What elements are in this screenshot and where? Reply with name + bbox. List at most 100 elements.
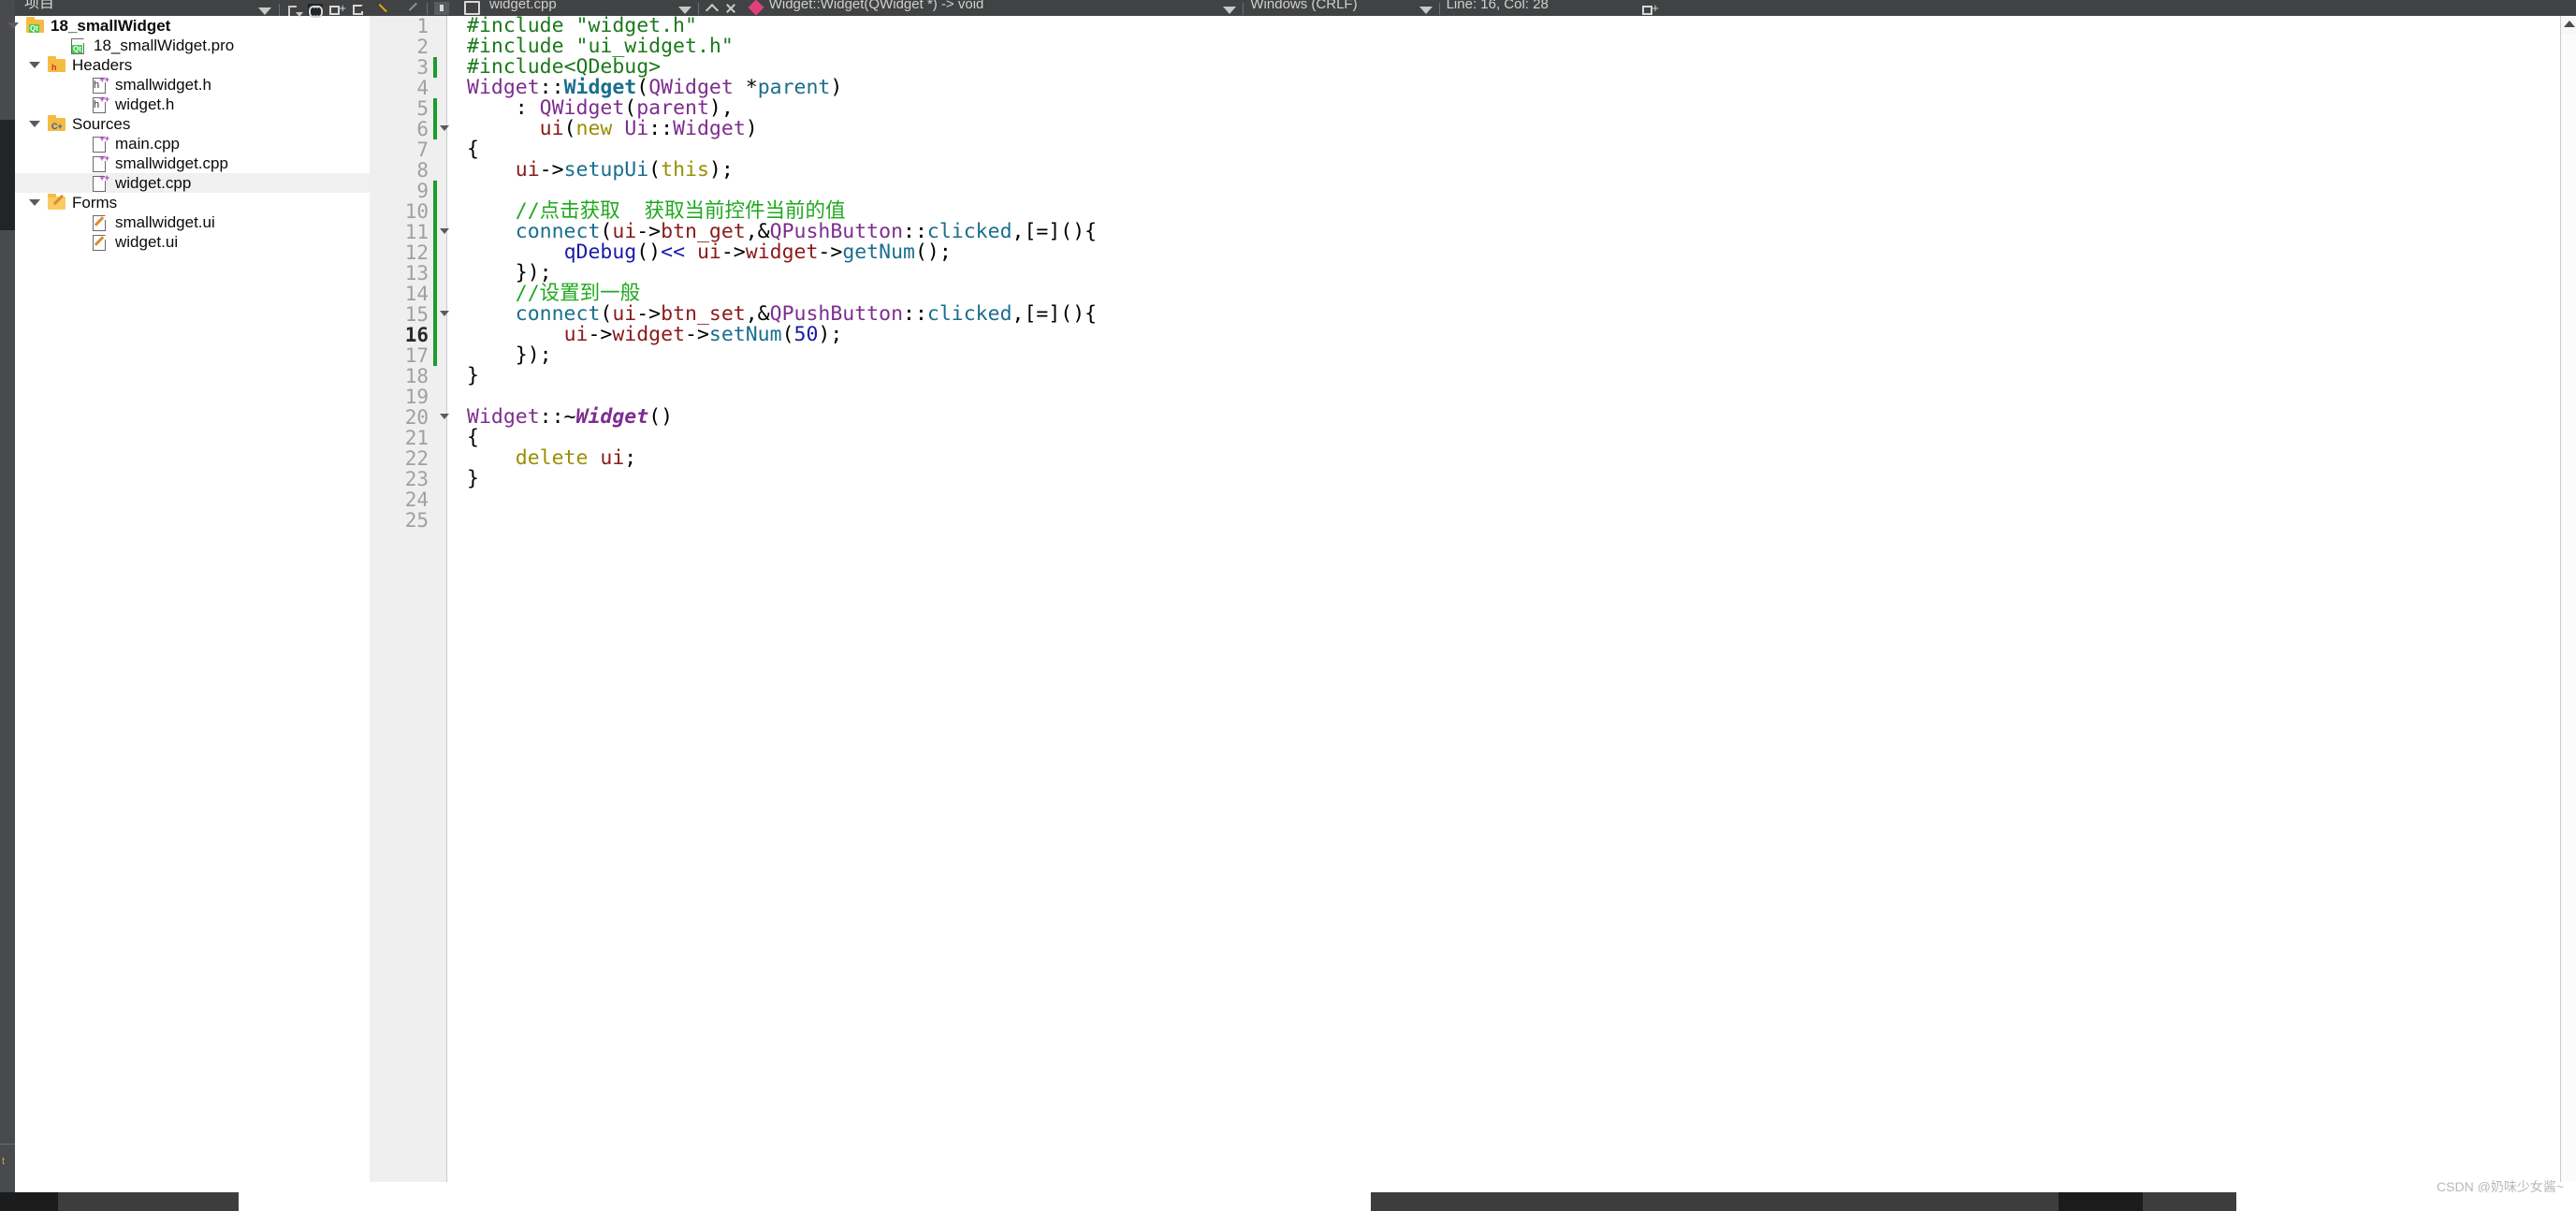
tree-item-smallwidget-h[interactable]: h ++ smallwidget.h — [15, 75, 370, 95]
ui-file-icon — [91, 234, 109, 251]
expand-collapse-arrow-icon[interactable] — [27, 114, 42, 134]
code-line[interactable]: 6 ui(new Ui::Widget) — [370, 119, 2522, 139]
taskbar-dark-block — [2059, 1192, 2143, 1211]
tree-item-widget-h[interactable]: h ++ widget.h — [15, 95, 370, 114]
code-line[interactable]: 23} — [370, 469, 2522, 490]
navigate-back-button[interactable] — [379, 0, 391, 16]
split-pane-button[interactable] — [329, 1, 346, 16]
code-line[interactable]: 2 #include "ui_widget.h" — [370, 36, 2522, 58]
symbol-dropdown[interactable]: Widget::Widget(QWidget *) -> void — [769, 0, 984, 16]
change-marker — [433, 304, 437, 325]
code-line-text: ui->setupUi(this); — [515, 158, 734, 182]
code-line[interactable]: 17 }); — [370, 345, 2522, 366]
code-line[interactable]: 7{ — [370, 139, 2522, 161]
tree-item-18-smallwidget[interactable]: Qt 18_smallWidget — [7, 16, 370, 36]
expand-collapse-arrow-icon[interactable] — [27, 193, 42, 212]
navigate-forward-button[interactable] — [408, 0, 420, 16]
tree-item-smallwidget-cpp[interactable]: ++ smallwidget.cpp — [15, 153, 370, 173]
mode-selected-indicator[interactable] — [0, 120, 15, 230]
line-ending-caret[interactable] — [1419, 0, 1433, 16]
current-symbol-label: Widget::Widget(QWidget *) -> void — [768, 0, 984, 12]
code-text[interactable]: 1 #include "widget.h" 2 #include "ui_widget… — [370, 16, 2522, 1182]
code-line[interactable]: 24 — [370, 489, 2522, 510]
project-tree[interactable]: Qt 18_smallWidget Qt 18_smallWidget.pro h Hea… — [7, 16, 370, 252]
code-line-text: //设置到一般 — [467, 282, 641, 305]
filter-icon — [288, 6, 303, 17]
expand-collapse-arrow-icon[interactable] — [27, 55, 42, 75]
tree-item-forms[interactable]: Forms — [15, 193, 370, 212]
tree-item-sources[interactable]: C+ Sources — [15, 114, 370, 134]
filter-dropdown-button[interactable] — [257, 4, 272, 16]
lock-toggle-button[interactable] — [434, 0, 449, 16]
line-ending-dropdown[interactable]: Windows (CRLF) — [1250, 0, 1357, 16]
cpp-file-icon: ++ — [91, 135, 109, 153]
chevron-down-icon — [1419, 7, 1433, 14]
link-toggle-button[interactable] — [308, 4, 323, 18]
tree-item-widget-cpp[interactable]: ++ widget.cpp — [15, 173, 370, 193]
code-line[interactable]: 15 connect(ui->btn_set,&QPushButton::cli… — [370, 304, 2522, 325]
close-pane-button[interactable] — [351, 4, 366, 16]
document-icon-button[interactable] — [464, 0, 480, 16]
fold-arrow-icon[interactable] — [440, 414, 449, 419]
code-line[interactable]: 16 ui->widget->setNum(50); — [370, 325, 2522, 345]
code-line-text: Widget::~Widget() — [467, 405, 674, 429]
line-number: 12 — [404, 241, 429, 264]
code-line[interactable]: 18} — [370, 366, 2522, 387]
fold-arrow-icon[interactable] — [440, 228, 449, 234]
scroll-up-arrow-icon[interactable] — [2564, 21, 2575, 27]
line-number: 10 — [404, 200, 429, 223]
mode-selector-bar[interactable]: t — [0, 0, 15, 1182]
fold-arrow-icon[interactable] — [440, 125, 449, 131]
tree-item-label: main.cpp — [115, 135, 180, 153]
open-document-name[interactable]: widget.cpp — [489, 0, 557, 16]
fold-arrow-icon[interactable] — [440, 311, 449, 316]
code-line[interactable]: 14 //设置到一般 — [370, 284, 2522, 304]
code-line[interactable]: 21 { — [370, 428, 2522, 449]
sync-with-editor-button[interactable] — [286, 4, 303, 17]
tree-item-18-smallwidget-pro[interactable]: Qt 18_smallWidget.pro — [15, 36, 370, 55]
code-line[interactable]: 9 — [370, 181, 2522, 201]
code-line[interactable]: 25 — [370, 510, 2522, 531]
code-line[interactable]: 4 Widget::Widget(QWidget *parent) — [370, 76, 2522, 99]
cpp-file-icon: ++ — [91, 174, 109, 192]
code-line[interactable]: 19 — [370, 387, 2522, 407]
symbol-dropdown-caret[interactable] — [1223, 0, 1237, 16]
code-line[interactable]: 10 //点击获取 获取当前控件当前的值 — [370, 201, 2522, 222]
line-number: 6 — [416, 118, 429, 140]
code-line[interactable]: 1 #include "widget.h" — [370, 16, 2522, 36]
code-line[interactable]: 5 : QWidget(parent), — [370, 98, 2522, 119]
close-editor-button[interactable] — [724, 0, 737, 16]
tree-item-main-cpp[interactable]: ++ main.cpp — [15, 134, 370, 153]
code-line[interactable]: 13 }); — [370, 263, 2522, 284]
chevron-down-icon — [1223, 7, 1237, 14]
cursor-position-indicator[interactable]: Line: 16, Col: 28 — [1447, 0, 1549, 16]
split-editor-button[interactable] — [1641, 0, 1659, 16]
expand-collapse-arrow-icon[interactable] — [6, 16, 21, 36]
bottom-strip — [0, 1182, 2576, 1192]
qt-logo-icon: t — [2, 1156, 6, 1167]
lock-icon — [434, 2, 449, 15]
code-line[interactable]: 12 qDebug()<< ui->widget->getNum(); — [370, 242, 2522, 263]
code-line[interactable]: 3 #include<QDebug> — [370, 57, 2522, 78]
code-line-text: Widget::Widget(QWidget *parent) — [467, 76, 843, 99]
tree-item-label: widget.ui — [115, 233, 179, 251]
editor-vertical-scrollbar[interactable] — [2560, 16, 2576, 1182]
tree-item-headers[interactable]: h Headers — [15, 55, 370, 75]
os-taskbar[interactable] — [0, 1192, 2576, 1211]
document-dropdown-button[interactable] — [677, 0, 691, 16]
change-marker — [433, 325, 437, 345]
collapse-editor-button[interactable] — [706, 0, 720, 16]
toolbar-divider — [427, 3, 428, 15]
scrollbar-rail[interactable] — [2561, 34, 2576, 1182]
change-marker — [433, 242, 437, 263]
editor-body[interactable]: 1 #include "widget.h" 2 #include "ui_widget… — [370, 16, 2576, 1182]
tree-item-widget-ui[interactable]: widget.ui — [15, 232, 370, 252]
code-line-text: qDebug()<< ui->widget->getNum(); — [563, 241, 952, 264]
code-line[interactable]: 11 connect(ui->btn_get,&QPushButton::cli… — [370, 222, 2522, 242]
line-number: 16 — [404, 324, 429, 346]
forward-arrow-icon — [408, 3, 420, 15]
code-line[interactable]: 8 ui->setupUi(this); — [370, 158, 2522, 182]
code-line[interactable]: 20 Widget::~Widget() — [370, 405, 2522, 429]
code-line[interactable]: 22 delete ui; — [370, 448, 2522, 470]
tree-item-smallwidget-ui[interactable]: smallwidget.ui — [15, 212, 370, 232]
